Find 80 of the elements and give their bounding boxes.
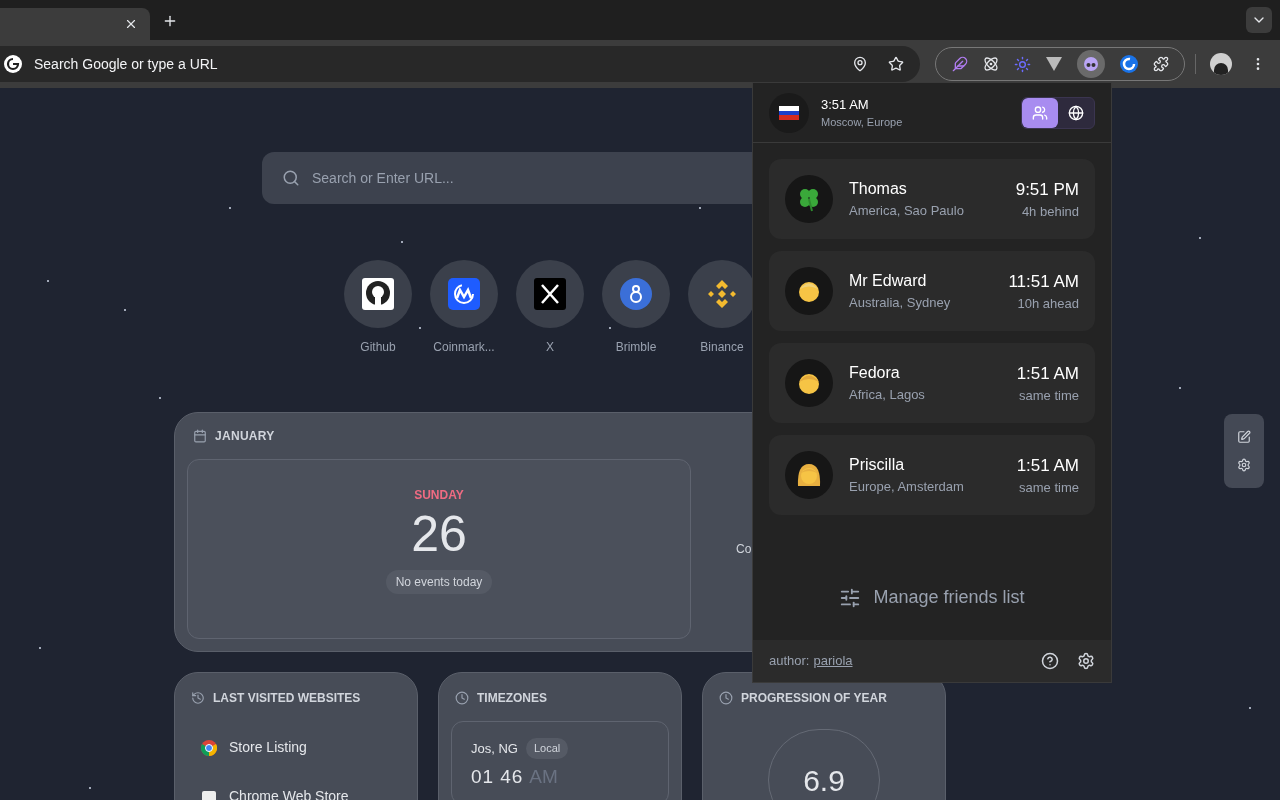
address-placeholder: Search Google or type a URL bbox=[34, 54, 219, 74]
author-link[interactable]: pariola bbox=[813, 651, 853, 671]
friend-place: Australia, Sydney bbox=[849, 294, 952, 313]
tab-search-button[interactable] bbox=[1246, 7, 1272, 33]
v-logo-icon[interactable] bbox=[1045, 57, 1062, 71]
friend-name: Priscilla bbox=[849, 455, 906, 476]
shortcut-label[interactable]: Github bbox=[360, 338, 396, 356]
friend-card[interactable]: Mr Edward Australia, Sydney 11:51 AM 10h ahead bbox=[769, 251, 1095, 331]
clock-icon bbox=[719, 691, 733, 705]
edit-icon[interactable] bbox=[1237, 430, 1251, 444]
bookmark-icon[interactable] bbox=[888, 56, 904, 72]
settings-icon[interactable] bbox=[1237, 458, 1251, 472]
friend-time: 1:51 AM bbox=[1016, 454, 1079, 477]
shortcut-label[interactable]: X bbox=[546, 338, 554, 356]
time-offset: 4h behind bbox=[1021, 203, 1079, 221]
friend-place: Africa, Lagos bbox=[849, 386, 926, 405]
friend-name: Thomas bbox=[849, 179, 908, 200]
history-icon bbox=[191, 691, 205, 705]
time-offset: 10h ahead bbox=[1017, 295, 1079, 313]
extension-button[interactable] bbox=[1076, 50, 1105, 78]
friend-card[interactable]: Thomas America, Sao Paulo 9:51 PM 4h behind bbox=[769, 159, 1095, 239]
site-link[interactable]: Store Listing bbox=[229, 737, 307, 758]
city-label: Jos, NG bbox=[471, 739, 518, 758]
google-icon bbox=[4, 55, 22, 73]
friend-time: 11:51 AM bbox=[1008, 270, 1079, 293]
friend-time: 9:51 PM bbox=[1015, 178, 1079, 201]
sun-icon[interactable] bbox=[1013, 55, 1031, 73]
card-title: PROGRESSION OF YEAR bbox=[741, 690, 887, 707]
friend-place: America, Sao Paulo bbox=[849, 202, 965, 221]
day-number: 26 bbox=[411, 505, 467, 564]
extension-icon bbox=[1082, 56, 1099, 72]
clock-icon bbox=[455, 691, 469, 705]
profile-avatar[interactable] bbox=[1210, 53, 1232, 75]
friends-icon bbox=[1032, 104, 1048, 121]
card-title: TIMEZONES bbox=[477, 690, 547, 707]
address-bar[interactable]: Search Google or type a URL bbox=[0, 46, 920, 82]
time-offset: same time bbox=[1019, 387, 1079, 405]
binance-icon bbox=[706, 278, 738, 310]
shortcut-label[interactable]: Binance bbox=[700, 338, 744, 356]
shortcut-label[interactable]: Coinmark... bbox=[433, 338, 495, 356]
card-title: LAST VISITED WEBSITES bbox=[213, 690, 361, 707]
friend-name: Mr Edward bbox=[849, 271, 928, 292]
progress-value: 6.9 bbox=[803, 762, 845, 799]
settings-icon[interactable] bbox=[1077, 652, 1095, 670]
close-icon bbox=[124, 17, 138, 31]
local-place: Moscow, Europe bbox=[821, 115, 904, 130]
location-icon[interactable] bbox=[852, 56, 868, 72]
sliders-icon bbox=[839, 586, 862, 609]
time-offset: same time bbox=[1019, 479, 1079, 497]
shortcut-label[interactable]: Brimble bbox=[615, 338, 657, 356]
search-placeholder: Search or Enter URL... bbox=[312, 168, 454, 188]
help-icon[interactable] bbox=[1041, 652, 1059, 670]
local-time: 3:51 AM bbox=[821, 95, 870, 114]
coinmarket-icon bbox=[448, 278, 480, 310]
friend-place: Europe, Amsterdam bbox=[849, 478, 965, 497]
feather-icon[interactable] bbox=[951, 56, 968, 72]
local-badge: Local bbox=[525, 738, 569, 759]
c-logo-icon[interactable] bbox=[1119, 55, 1138, 73]
x-logo-icon bbox=[534, 278, 566, 310]
author-label: author: bbox=[769, 652, 810, 671]
friend-card[interactable]: Fedora Africa, Lagos 1:51 AM same time bbox=[769, 343, 1095, 423]
search-icon bbox=[282, 169, 300, 187]
puzzle-icon[interactable] bbox=[1152, 56, 1169, 72]
friend-card[interactable]: Priscilla Europe, Amsterdam 1:51 AM same time bbox=[769, 435, 1095, 515]
friend-name: Fedora bbox=[849, 363, 901, 384]
month-title: JANUARY bbox=[215, 428, 275, 445]
side-text: Co bbox=[736, 541, 752, 558]
web-store-icon bbox=[201, 788, 217, 800]
time-value: 01 46 bbox=[471, 764, 524, 789]
manage-friends-button[interactable]: Manage friends list bbox=[839, 584, 1025, 611]
calendar-icon bbox=[193, 429, 207, 443]
weekday-label: SUNDAY bbox=[414, 487, 464, 504]
atom-icon[interactable] bbox=[982, 56, 999, 72]
view-tab[interactable] bbox=[1022, 97, 1058, 128]
friend-time: 1:51 AM bbox=[1016, 362, 1079, 385]
new-tab-icon bbox=[162, 13, 178, 29]
globe-icon bbox=[1068, 104, 1084, 121]
chrome-icon bbox=[201, 739, 217, 756]
flag-icon bbox=[779, 105, 799, 120]
events-badge: No events today bbox=[385, 570, 493, 594]
